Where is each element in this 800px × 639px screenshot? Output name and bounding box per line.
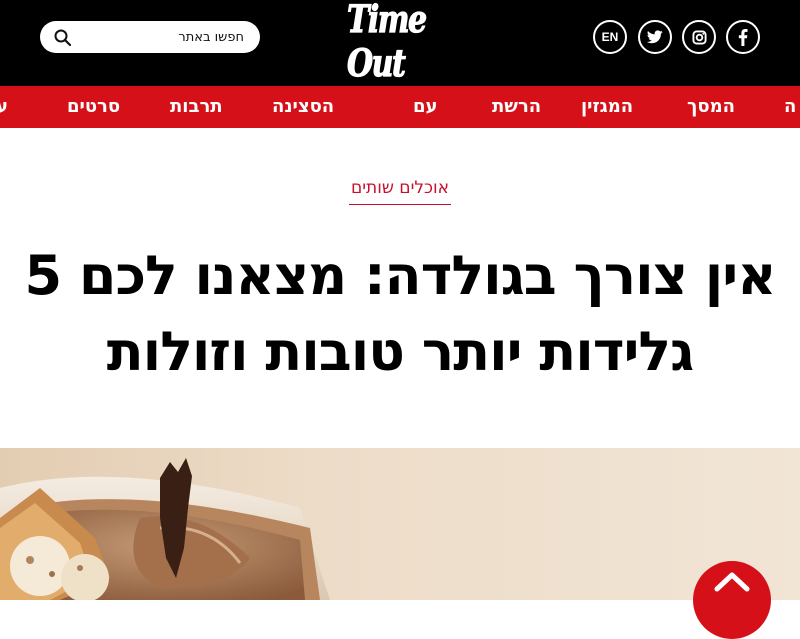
site-header: Time Out EN bbox=[0, 0, 800, 86]
nav-item-network[interactable]: הרשת bbox=[492, 86, 541, 128]
nav-item-culture[interactable]: תרבות bbox=[170, 86, 223, 128]
facebook-button[interactable] bbox=[726, 20, 760, 54]
nav-item-movies[interactable]: סרטים bbox=[67, 86, 120, 128]
nav-item-magazine[interactable]: המגזין bbox=[581, 86, 633, 128]
search-box[interactable] bbox=[40, 21, 260, 53]
facebook-icon bbox=[738, 28, 748, 46]
scroll-to-top-button[interactable] bbox=[693, 561, 771, 639]
article-title: אין צורך בגולדה: מצאנו לכם 5 גלידות יותר… bbox=[24, 244, 776, 383]
nav-item-with[interactable]: עם bbox=[413, 86, 438, 128]
chevron-up-icon bbox=[714, 572, 750, 592]
nav-item-partial-left[interactable]: ע bbox=[0, 86, 8, 128]
twitter-icon bbox=[647, 30, 663, 44]
search-icon[interactable] bbox=[54, 29, 71, 46]
language-label: EN bbox=[601, 30, 619, 44]
search-input[interactable] bbox=[80, 21, 244, 53]
twitter-button[interactable] bbox=[638, 20, 672, 54]
main-nav: ה המסך המגזין הרשת עם הסצינה תרבות סרטים… bbox=[0, 86, 800, 128]
timeout-logo[interactable]: Time Out bbox=[347, 0, 469, 86]
logo-text: Time Out bbox=[347, 0, 428, 86]
instagram-icon bbox=[691, 29, 707, 45]
instagram-button[interactable] bbox=[682, 20, 716, 54]
nav-item-scene[interactable]: הסצינה bbox=[272, 86, 334, 128]
category-link[interactable]: אוכלים שותים bbox=[348, 178, 452, 205]
article-category: אוכלים שותים bbox=[0, 178, 800, 205]
hero-image bbox=[0, 448, 800, 600]
language-en-button[interactable]: EN bbox=[593, 20, 627, 54]
nav-item-screen[interactable]: המסך bbox=[687, 86, 735, 128]
nav-item-partial-right[interactable]: ה bbox=[784, 86, 796, 128]
